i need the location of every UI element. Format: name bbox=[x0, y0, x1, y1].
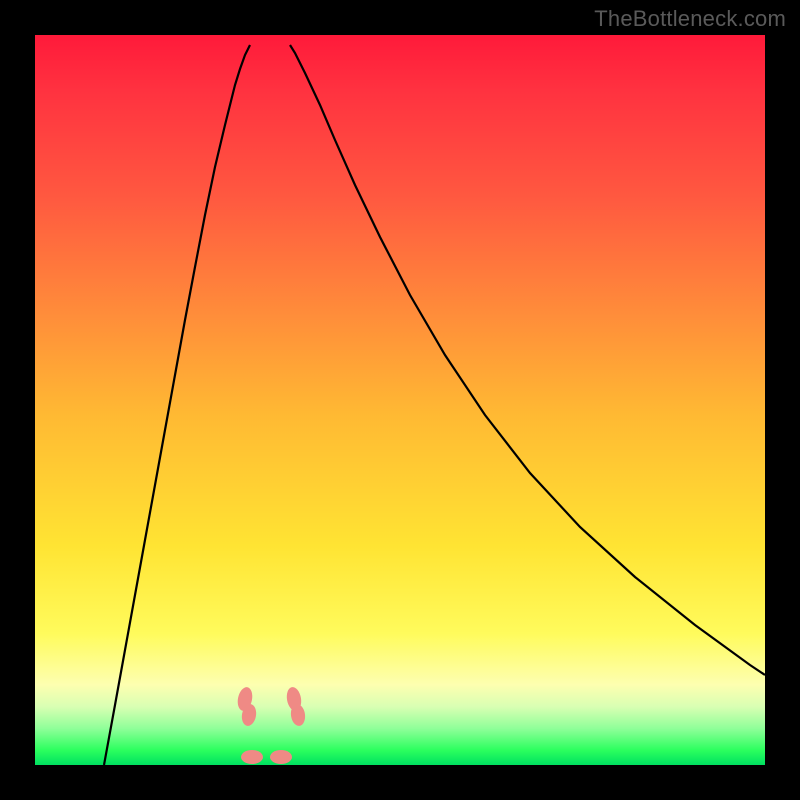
curve-right-branch bbox=[290, 45, 765, 675]
outer-frame: TheBottleneck.com bbox=[0, 0, 800, 800]
curve-markers bbox=[236, 686, 307, 764]
marker bbox=[270, 750, 292, 764]
plot-area bbox=[35, 35, 765, 765]
curve-left-branch bbox=[104, 45, 250, 765]
marker bbox=[241, 750, 263, 764]
chart-svg bbox=[35, 35, 765, 765]
watermark-text: TheBottleneck.com bbox=[594, 6, 786, 32]
